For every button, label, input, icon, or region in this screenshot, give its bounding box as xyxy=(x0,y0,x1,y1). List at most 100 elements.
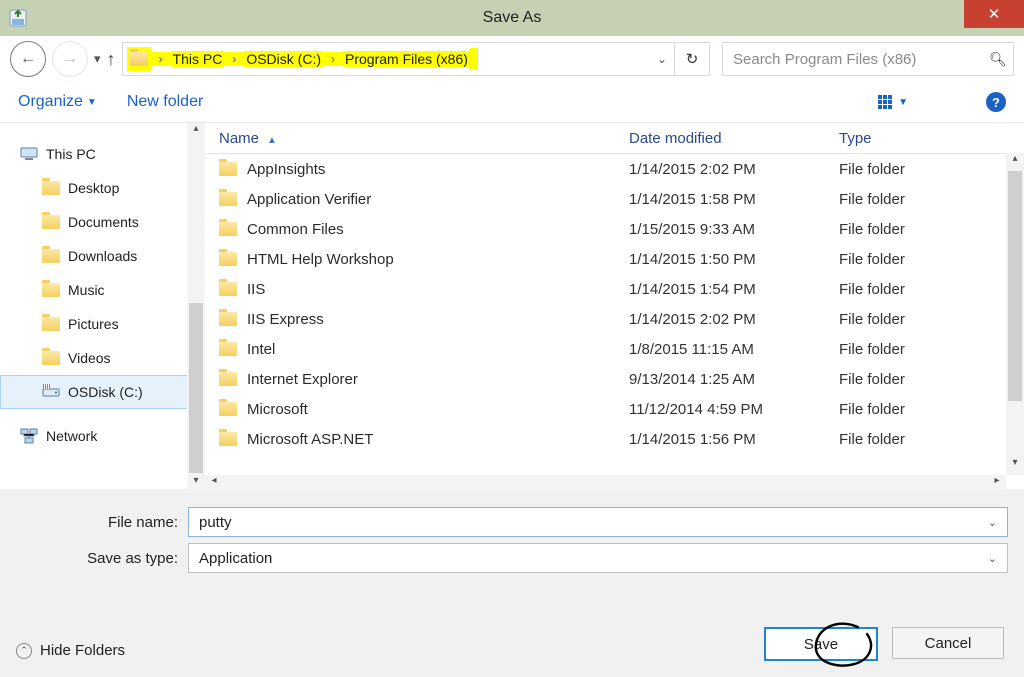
up-button[interactable]: ↑ xyxy=(107,49,116,70)
search-icon[interactable]: 🔍︎ xyxy=(983,51,1013,68)
file-name: Application Verifier xyxy=(247,191,371,208)
filename-combobox[interactable]: putty ⌄ xyxy=(188,507,1008,537)
tree-videos[interactable]: Videos xyxy=(0,341,205,375)
folder-icon xyxy=(219,192,237,206)
scrollbar-thumb[interactable] xyxy=(189,303,203,473)
list-vertical-scrollbar[interactable]: ▴ ▾ xyxy=(1006,153,1024,475)
file-row[interactable]: Internet Explorer9/13/2014 1:25 AMFile f… xyxy=(205,364,1024,394)
hide-folders-button[interactable]: ⌃ Hide Folders xyxy=(16,642,125,659)
tree-music[interactable]: Music xyxy=(0,273,205,307)
tree-label: Documents xyxy=(68,214,139,230)
file-row[interactable]: Microsoft ASP.NET1/14/2015 1:56 PMFile f… xyxy=(205,424,1024,454)
crumb-program-files[interactable]: Program Files (x86) xyxy=(343,51,470,67)
arrow-right-icon: → xyxy=(62,50,78,68)
scroll-up-icon[interactable]: ▴ xyxy=(1006,153,1024,171)
file-row[interactable]: IIS Express1/14/2015 2:02 PMFile folder xyxy=(205,304,1024,334)
file-date: 1/14/2015 2:02 PM xyxy=(629,311,839,328)
tree-pictures[interactable]: Pictures xyxy=(0,307,205,341)
new-folder-button[interactable]: New folder xyxy=(127,93,203,111)
arrow-left-icon: ← xyxy=(20,50,36,68)
tree-label: Network xyxy=(46,428,97,444)
chevron-down-icon[interactable]: ⌄ xyxy=(988,516,997,529)
file-row[interactable]: AppInsights1/14/2015 2:02 PMFile folder xyxy=(205,154,1024,184)
file-date: 1/14/2015 1:50 PM xyxy=(629,251,839,268)
breadcrumb: › This PC › OSDisk (C:) › Program Files … xyxy=(123,43,650,75)
column-type[interactable]: Type xyxy=(839,130,1024,147)
drive-icon xyxy=(42,383,60,401)
view-options-button[interactable]: ▼ xyxy=(878,95,908,109)
tree-downloads[interactable]: Downloads xyxy=(0,239,205,273)
file-list: Name▲ Date modified Type AppInsights1/14… xyxy=(205,123,1024,493)
file-row[interactable]: Application Verifier 1/14/2015 1:58 PMFil… xyxy=(205,184,1024,214)
tree-osdisk[interactable]: OSDisk (C:) xyxy=(0,375,205,409)
scrollbar-thumb[interactable] xyxy=(1008,171,1022,401)
save-as-type-value: Application xyxy=(199,550,988,567)
help-button[interactable]: ? xyxy=(986,92,1006,112)
file-type: File folder xyxy=(839,221,1024,238)
folder-icon xyxy=(219,402,237,416)
caret-down-icon: ▼ xyxy=(87,97,97,108)
tree-network[interactable]: Network xyxy=(0,419,205,453)
folder-icon xyxy=(42,281,60,299)
chevron-right-icon[interactable]: › xyxy=(323,52,343,66)
tree-label: This PC xyxy=(46,146,96,162)
folder-icon xyxy=(42,247,60,265)
save-as-type-combobox[interactable]: Application ⌄ xyxy=(188,543,1008,573)
search-input[interactable] xyxy=(723,51,983,68)
file-row[interactable]: HTML Help Workshop1/14/2015 1:50 PMFile … xyxy=(205,244,1024,274)
organize-menu[interactable]: Organize ▼ xyxy=(18,93,97,111)
file-type: File folder xyxy=(839,281,1024,298)
column-name[interactable]: Name▲ xyxy=(219,130,629,147)
chevron-right-icon[interactable]: › xyxy=(151,52,171,66)
folder-icon xyxy=(42,213,60,231)
file-type: File folder xyxy=(839,251,1024,268)
file-row[interactable]: Common Files 1/15/2015 9:33 AMFile folder xyxy=(205,214,1024,244)
tree-label: Music xyxy=(68,282,105,298)
toolbar: Organize ▼ New folder ▼ ? xyxy=(0,82,1024,122)
crumb-osdisk[interactable]: OSDisk (C:) xyxy=(244,51,323,67)
navigation-bar: ← → ▾ ↑ › This PC › OSDisk (C:) › Progra… xyxy=(0,36,1024,82)
close-button[interactable]: ✕ xyxy=(964,0,1024,28)
file-row[interactable]: Microsoft11/12/2014 4:59 PMFile folder xyxy=(205,394,1024,424)
file-row[interactable]: Intel1/8/2015 11:15 AMFile folder xyxy=(205,334,1024,364)
file-date: 1/15/2015 9:33 AM xyxy=(629,221,839,238)
file-type: File folder xyxy=(839,431,1024,448)
hide-folders-label: Hide Folders xyxy=(40,642,125,659)
tree-documents[interactable]: Documents xyxy=(0,205,205,239)
tree-label: Pictures xyxy=(68,316,119,332)
scroll-up-icon[interactable]: ▴ xyxy=(187,123,205,141)
search-box[interactable]: 🔍︎ xyxy=(722,42,1014,76)
save-as-dialog: Save As ✕ ← → ▾ ↑ › This PC › OSDisk (C:… xyxy=(0,0,1024,677)
folder-icon xyxy=(219,432,237,446)
file-name: IIS Express xyxy=(247,311,324,328)
back-button[interactable]: ← xyxy=(10,41,46,77)
refresh-button[interactable]: ↻ xyxy=(674,43,709,75)
folder-icon xyxy=(42,349,60,367)
address-dropdown[interactable]: ⌄ xyxy=(650,52,674,66)
file-name: Common Files xyxy=(247,221,344,238)
recent-locations-button[interactable]: ▾ xyxy=(94,51,101,67)
column-date[interactable]: Date modified xyxy=(629,130,839,147)
forward-button[interactable]: → xyxy=(52,41,88,77)
tree-desktop[interactable]: Desktop xyxy=(0,171,205,205)
cancel-button[interactable]: Cancel xyxy=(892,627,1004,659)
folder-icon xyxy=(219,372,237,386)
column-headers: Name▲ Date modified Type xyxy=(205,123,1024,154)
window-title: Save As xyxy=(0,9,1024,27)
scroll-down-icon[interactable]: ▾ xyxy=(1006,457,1024,475)
crumb-this-pc[interactable]: This PC xyxy=(171,51,225,67)
file-date: 1/14/2015 1:58 PM xyxy=(629,191,839,208)
tree-label: Downloads xyxy=(68,248,137,264)
tree-this-pc[interactable]: This PC xyxy=(0,137,205,171)
folder-icon xyxy=(219,222,237,236)
address-bar[interactable]: › This PC › OSDisk (C:) › Program Files … xyxy=(122,42,710,76)
tree-scrollbar[interactable]: ▴ ▾ xyxy=(187,123,205,493)
folder-icon xyxy=(42,315,60,333)
app-icon xyxy=(8,8,28,28)
close-icon: ✕ xyxy=(988,7,1001,22)
explorer-body: This PC Desktop Documents Downloads Musi… xyxy=(0,122,1024,493)
file-row[interactable]: IIS1/14/2015 1:54 PMFile folder xyxy=(205,274,1024,304)
chevron-right-icon[interactable]: › xyxy=(224,52,244,66)
chevron-down-icon[interactable]: ⌄ xyxy=(988,552,997,565)
file-type: File folder xyxy=(839,191,1024,208)
